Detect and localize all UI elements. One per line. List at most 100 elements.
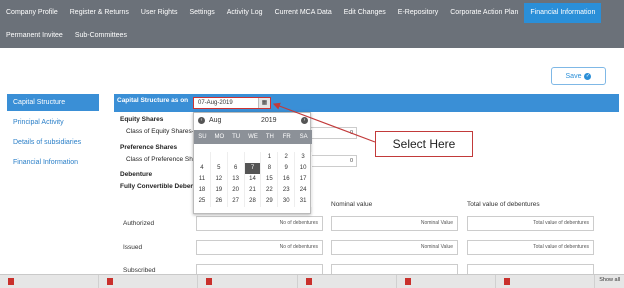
month-select[interactable]: Aug [209, 117, 221, 124]
sidebar-item-capital-structure[interactable]: Capital Structure [7, 94, 99, 111]
day-cell[interactable]: 31 [295, 196, 313, 207]
empty-day [228, 152, 245, 163]
calendar-icon[interactable]: ▦ [258, 98, 270, 108]
class-preference-label: Class of Preference Sha [126, 156, 197, 163]
day-cell[interactable]: 12 [211, 174, 228, 185]
day-cell[interactable]: 14 [245, 174, 262, 185]
nav-item-register-returns[interactable]: Register & Returns [64, 3, 135, 23]
day-cell[interactable]: 26 [211, 196, 228, 207]
issued-no-of-debentures-input[interactable]: No of debentures [196, 240, 323, 255]
day-cell[interactable]: 4 [194, 163, 211, 174]
day-cell[interactable]: 15 [261, 174, 279, 185]
nav-item-company-profile[interactable]: Company Profile [0, 3, 64, 23]
download-item[interactable] [496, 275, 596, 288]
save-label: Save [565, 72, 582, 80]
day-cell[interactable]: 9 [278, 163, 296, 174]
day-cell[interactable]: 6 [228, 163, 245, 174]
save-button[interactable]: Save ✓ [551, 67, 606, 85]
day-cell[interactable]: 1 [261, 152, 279, 163]
nav-item-current-mca-data[interactable]: Current MCA Data [269, 3, 338, 23]
day-cell[interactable]: 11 [194, 174, 211, 185]
prev-month-icon[interactable]: ‹ [198, 117, 205, 124]
sidebar-item-details-of-subsidiaries[interactable]: Details of subsidiaries [7, 134, 99, 151]
authorized-nominal-value-input[interactable]: Nominal Value [331, 216, 458, 231]
nav-item-sub-committees[interactable]: Sub-Committees [69, 26, 133, 46]
day-cell[interactable]: 16 [278, 174, 296, 185]
download-item[interactable] [0, 275, 100, 288]
week-row: 11 12 13 14 15 16 17 [194, 174, 313, 185]
day-cell[interactable]: 7 [244, 163, 262, 174]
issued-total-value-input[interactable]: Total value of debentures [467, 240, 594, 255]
annotation-callout: Select Here [375, 131, 473, 157]
empty-day [194, 152, 211, 163]
download-bar: Show all [0, 274, 624, 288]
date-value: 07-Aug-2019 [198, 100, 233, 106]
nav-item-user-rights[interactable]: User Rights [135, 3, 184, 23]
day-cell[interactable]: 8 [261, 163, 279, 174]
download-item[interactable] [298, 275, 397, 288]
authorized-no-of-debentures-input[interactable]: No of debentures [196, 216, 323, 231]
preference-input-value: 0 [349, 158, 353, 164]
day-cell[interactable]: 21 [245, 185, 262, 196]
pdf-icon [305, 278, 312, 285]
pdf-icon [404, 278, 411, 285]
nav-item-edit-changes[interactable]: Edit Changes [338, 3, 392, 23]
download-item[interactable] [99, 275, 199, 288]
day-cell[interactable]: 18 [194, 185, 211, 196]
authorized-total-value-input[interactable]: Total value of debentures [467, 216, 594, 231]
week-row: 25 26 27 28 29 30 31 [194, 196, 313, 207]
debenture-label: Debenture [120, 171, 153, 178]
show-all-button[interactable]: Show all [595, 275, 624, 288]
sidebar-item-principal-activity[interactable]: Principal Activity [7, 114, 99, 131]
weekday-label: SA [299, 134, 308, 140]
next-month-icon[interactable]: › [301, 117, 308, 124]
weekday-label: FR [282, 134, 291, 140]
day-cell[interactable]: 25 [194, 196, 211, 207]
day-cell[interactable]: 10 [295, 163, 313, 174]
col-nominal-value: Nominal value [331, 201, 373, 208]
equity-shares-label: Equity Shares [120, 116, 164, 123]
pdf-icon [504, 278, 511, 285]
day-cell[interactable]: 3 [295, 152, 313, 163]
day-cell[interactable]: 30 [278, 196, 296, 207]
sidebar-item-financial-information[interactable]: Financial Information [7, 154, 99, 171]
nav-item-permanent-invitee[interactable]: Permanent Invitee [0, 26, 69, 46]
nav-item-e-repository[interactable]: E-Repository [392, 3, 444, 23]
date-picker-popup: ‹ Aug 2019 › SU MO TU WE TH FR SA 1 2 3 4 5 6 7 8 9 10 1… [193, 112, 313, 214]
nav-row-1: Company Profile Register & Returns User Ri… [0, 3, 602, 23]
section-header: Capital Structure as on [114, 94, 619, 112]
nav-item-settings[interactable]: Settings [183, 3, 220, 23]
day-cell[interactable]: 2 [278, 152, 296, 163]
day-cell[interactable]: 5 [211, 163, 228, 174]
fully-convertible-label: Fully Convertible Debentu [120, 183, 201, 190]
date-input[interactable]: 07-Aug-2019 ▦ [193, 97, 271, 109]
day-cell[interactable]: 28 [245, 196, 262, 207]
day-cell[interactable]: 23 [278, 185, 296, 196]
day-cell[interactable]: 19 [211, 185, 228, 196]
day-cell[interactable]: 24 [295, 185, 313, 196]
weekday-label: SU [198, 134, 207, 140]
row-authorized-label: Authorized [123, 220, 155, 227]
day-cell[interactable]: 17 [295, 174, 313, 185]
day-cell[interactable]: 20 [228, 185, 245, 196]
nav-item-corporate-action-plan[interactable]: Corporate Action Plan [444, 3, 524, 23]
class-equity-label: Class of Equity Shares-C [126, 128, 199, 135]
week-row: 123 [194, 152, 313, 163]
pdf-icon [107, 278, 114, 285]
row-issued-label: Issued [123, 244, 143, 251]
issued-nominal-value-input[interactable]: Nominal Value [331, 240, 458, 255]
empty-day [245, 152, 262, 163]
day-cell[interactable]: 22 [261, 185, 279, 196]
nav-item-activity-log[interactable]: Activity Log [221, 3, 269, 23]
day-cell[interactable]: 27 [228, 196, 245, 207]
day-cell[interactable]: 29 [261, 196, 279, 207]
nav-row-2: Permanent Invitee Sub-Committees [0, 26, 133, 46]
day-cell[interactable]: 13 [228, 174, 245, 185]
year-select[interactable]: 2019 [261, 117, 277, 124]
col-total-value: Total value of debentures [467, 201, 540, 208]
nav-item-financial-information[interactable]: Financial Information [524, 3, 602, 23]
download-item[interactable] [397, 275, 497, 288]
preference-shares-label: Preference Shares [120, 144, 178, 151]
week-row: 18 19 20 21 22 23 24 [194, 185, 313, 196]
download-item[interactable] [198, 275, 298, 288]
